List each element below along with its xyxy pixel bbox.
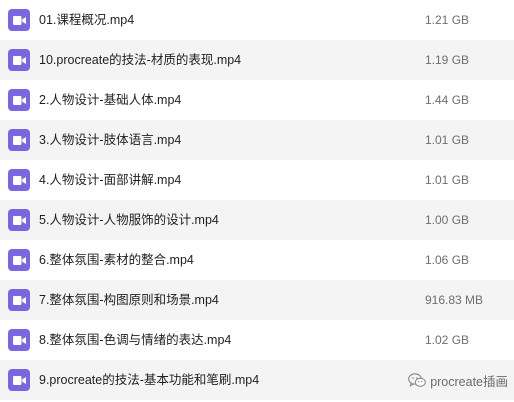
- file-size: 1.44 GB: [425, 93, 470, 107]
- file-size: 916.83 MB: [425, 293, 484, 307]
- file-row[interactable]: 2.人物设计-基础人体.mp4 1.44 GB: [0, 80, 514, 120]
- file-name: 6.整体氛围-素材的整合.mp4: [39, 253, 194, 267]
- video-file-icon: [8, 129, 30, 151]
- file-row[interactable]: 5.人物设计-人物服饰的设计.mp4 1.00 GB: [0, 200, 514, 240]
- video-file-icon: [8, 369, 30, 391]
- file-size: 1.02 GB: [425, 333, 470, 347]
- file-name: 4.人物设计-面部讲解.mp4: [39, 173, 182, 187]
- file-name: 10.procreate的技法-材质的表现.mp4: [39, 53, 242, 67]
- file-list: 01.课程概况.mp4 1.21 GB 10.procreate的技法-材质的表…: [0, 0, 514, 402]
- video-file-icon: [8, 209, 30, 231]
- file-size: 1.01 GB: [425, 173, 470, 187]
- video-file-icon: [8, 329, 30, 351]
- video-file-icon: [8, 249, 30, 271]
- watermark: procreate插画: [408, 371, 508, 390]
- file-size: 1.00 GB: [425, 213, 470, 227]
- video-file-icon: [8, 169, 30, 191]
- file-row[interactable]: 7.整体氛围-构图原则和场景.mp4 916.83 MB: [0, 280, 514, 320]
- file-size: 1.19 GB: [425, 53, 470, 67]
- file-name: 9.procreate的技法-基本功能和笔刷.mp4: [39, 373, 260, 387]
- file-name: 7.整体氛围-构图原则和场景.mp4: [39, 293, 219, 307]
- file-row[interactable]: 3.人物设计-肢体语言.mp4 1.01 GB: [0, 120, 514, 160]
- watermark-text: procreate插画: [430, 375, 508, 389]
- video-file-icon: [8, 89, 30, 111]
- video-file-icon: [8, 9, 30, 31]
- file-row[interactable]: 4.人物设计-面部讲解.mp4 1.01 GB: [0, 160, 514, 200]
- file-name: 8.整体氛围-色调与情绪的表达.mp4: [39, 333, 232, 347]
- video-file-icon: [8, 49, 30, 71]
- file-size: 1.01 GB: [425, 133, 470, 147]
- video-file-icon: [8, 289, 30, 311]
- file-name: 2.人物设计-基础人体.mp4: [39, 93, 182, 107]
- file-size: 1.06 GB: [425, 253, 470, 267]
- file-row[interactable]: 10.procreate的技法-材质的表现.mp4 1.19 GB: [0, 40, 514, 80]
- file-row[interactable]: 6.整体氛围-素材的整合.mp4 1.06 GB: [0, 240, 514, 280]
- file-name: 01.课程概况.mp4: [39, 13, 135, 27]
- file-row[interactable]: 8.整体氛围-色调与情绪的表达.mp4 1.02 GB: [0, 320, 514, 360]
- file-name: 5.人物设计-人物服饰的设计.mp4: [39, 213, 219, 227]
- file-size: 1.21 GB: [425, 13, 470, 27]
- file-name: 3.人物设计-肢体语言.mp4: [39, 133, 182, 147]
- file-row[interactable]: 01.课程概况.mp4 1.21 GB: [0, 0, 514, 40]
- wechat-icon: [408, 373, 427, 388]
